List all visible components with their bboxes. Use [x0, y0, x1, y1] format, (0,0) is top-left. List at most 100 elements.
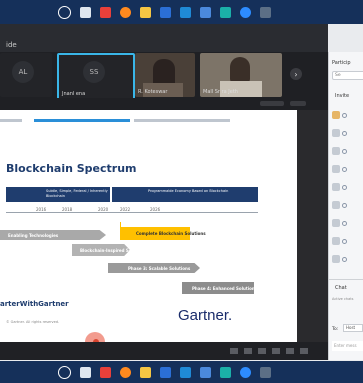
settings-icon[interactable] — [260, 6, 271, 18]
avatar — [332, 183, 340, 191]
task-view-icon[interactable] — [80, 366, 91, 378]
participant-row[interactable] — [332, 236, 363, 246]
avatar — [332, 255, 340, 263]
phase-bar: Phase 3: Scalable Solutions — [108, 263, 200, 273]
participant-row[interactable] — [332, 218, 363, 228]
calendar-icon[interactable] — [200, 6, 211, 18]
edge-icon[interactable] — [220, 6, 231, 18]
participant-name: Mall Sr ra Jeth — [203, 89, 238, 95]
gartner-logo: Gartner. — [178, 307, 233, 324]
copyright-text: © Gartner. All rights reserved. — [6, 320, 60, 324]
status-icon — [342, 166, 347, 172]
file-explorer-icon[interactable] — [140, 366, 151, 378]
store-icon[interactable] — [160, 366, 171, 378]
header-right: Programmable Economy Based on Blockchain — [112, 187, 258, 202]
phase-bar: Blockchain-Inspired Solutions — [72, 244, 130, 256]
teams-icon[interactable] — [240, 366, 251, 378]
settings-icon[interactable] — [260, 366, 271, 378]
to-label: To: — [332, 327, 339, 332]
next-page-icon[interactable]: › — [290, 68, 302, 80]
presentation-slide: Blockchain Spectrum Subtle, Simple, Fede… — [0, 110, 297, 342]
task-view-icon[interactable] — [80, 6, 91, 18]
participant-row[interactable] — [332, 200, 363, 210]
year-label: 2022 — [120, 207, 131, 212]
status-icon — [342, 112, 347, 118]
calendar-icon[interactable] — [200, 366, 211, 378]
participant-video-tile[interactable]: R. Koteswar — [135, 53, 195, 97]
twitter-handle: arterWithGartner — [0, 300, 69, 308]
zoom-button[interactable] — [290, 101, 306, 106]
participant-row[interactable] — [332, 110, 363, 120]
status-icon — [342, 256, 347, 262]
video-strip: AL SS Jnanl ena R. Koteswar Mall Sr ra J… — [0, 52, 328, 101]
chat-recipient-dropdown[interactable]: Host — [343, 324, 363, 332]
toolbar-icon[interactable] — [300, 348, 308, 354]
participant-name: R. Koteswar — [138, 89, 168, 95]
bottom-taskbar — [0, 361, 363, 383]
toolbar-icon[interactable] — [244, 348, 252, 354]
participants-panel: Particip Se Invite Chat Active chats To:… — [328, 52, 363, 360]
year-label: 2018 — [62, 207, 73, 212]
avatar — [332, 219, 340, 227]
year-label: 2026 — [150, 207, 161, 212]
search-icon[interactable] — [58, 365, 71, 379]
participant-row[interactable] — [332, 128, 363, 138]
toolbar-icon[interactable] — [272, 348, 280, 354]
phase-bar: Phase 4: Enhanced Solutions — [182, 282, 257, 294]
meeting-top-bar: ide — [0, 24, 328, 52]
phase-bar: Enabling Technologies — [0, 230, 106, 240]
toolbar-icon[interactable] — [286, 348, 294, 354]
participant-row[interactable] — [332, 254, 363, 264]
year-label: 2016 — [36, 207, 47, 212]
participant-row[interactable] — [332, 164, 363, 174]
mail-icon[interactable] — [180, 366, 191, 378]
share-control-bar — [0, 98, 328, 110]
top-taskbar — [0, 0, 363, 24]
window-title: ide — [6, 41, 17, 49]
chrome-icon[interactable] — [100, 366, 111, 378]
edge-icon[interactable] — [220, 366, 231, 378]
firefox-icon[interactable] — [120, 6, 131, 18]
timeline-axis — [6, 212, 258, 213]
participant-tile[interactable]: AL — [0, 53, 52, 97]
store-icon[interactable] — [160, 6, 171, 18]
recipient-value: Host — [346, 325, 356, 330]
participant-row[interactable] — [332, 146, 363, 156]
view-options-button[interactable] — [260, 101, 284, 106]
participant-tile-active[interactable]: SS Jnanl ena — [57, 53, 135, 101]
avatar — [332, 147, 340, 155]
status-icon — [342, 184, 347, 190]
mail-icon[interactable] — [180, 6, 191, 18]
participant-name: Jnanl ena — [62, 91, 86, 97]
avatar — [332, 165, 340, 173]
participants-title: Particip — [332, 60, 351, 66]
year-label: 2020 — [98, 207, 109, 212]
firefox-icon[interactable] — [120, 366, 131, 378]
participant-row[interactable] — [332, 182, 363, 192]
chat-message-input[interactable]: Enter mess — [332, 341, 363, 351]
search-icon[interactable] — [58, 5, 71, 19]
slide-accent-bar — [34, 119, 130, 122]
participant-video-tile[interactable]: Mall Sr ra Jeth — [200, 53, 282, 97]
chat-subtext: Active chats — [332, 297, 354, 301]
status-icon — [342, 238, 347, 244]
avatar — [332, 129, 340, 137]
person-silhouette — [230, 57, 250, 83]
status-icon — [342, 220, 347, 226]
chrome-icon[interactable] — [100, 6, 111, 18]
invite-section-label: Invite — [335, 93, 350, 99]
participant-initials: AL — [12, 61, 34, 83]
file-explorer-icon[interactable] — [140, 6, 151, 18]
shared-screen: Blockchain Spectrum Subtle, Simple, Fede… — [0, 110, 328, 352]
header-left: Subtle, Simple, Federal / Inherently Blo… — [6, 187, 110, 202]
avatar — [332, 237, 340, 245]
participant-search-input[interactable]: Se — [332, 71, 363, 80]
toolbar-icon[interactable] — [258, 348, 266, 354]
phase-bar-highlight: Complete Blockchain Solutions — [120, 227, 206, 240]
avatar — [332, 201, 340, 209]
teams-icon[interactable] — [240, 6, 251, 18]
status-icon — [342, 148, 347, 154]
slide-title: Blockchain Spectrum — [6, 162, 137, 175]
presentation-toolbar — [0, 342, 328, 360]
toolbar-icon[interactable] — [230, 348, 238, 354]
